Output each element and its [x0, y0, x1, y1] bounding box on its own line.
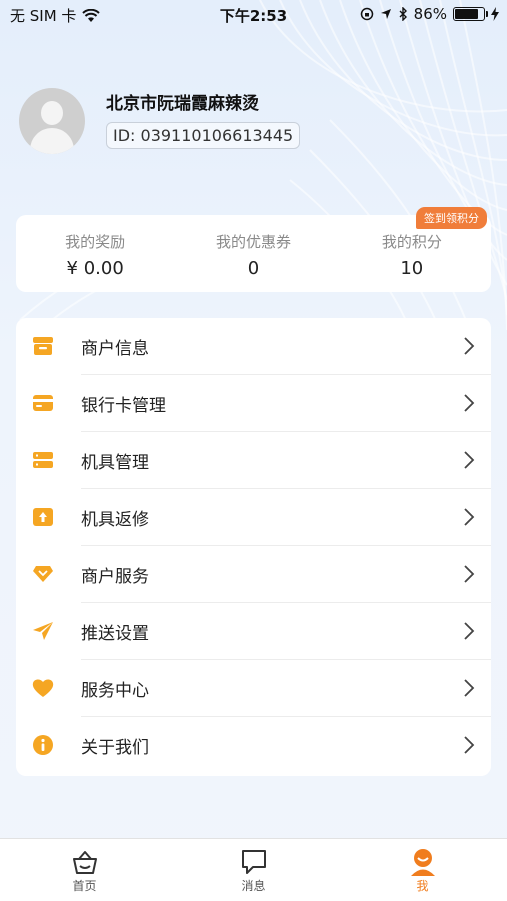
chevron-right-icon [464, 622, 475, 640]
device-icon [32, 449, 54, 471]
menu-item-label: 机具管理 [81, 453, 149, 473]
menu-item-service-center[interactable]: 服务中心 [16, 660, 491, 717]
menu-item-about-us[interactable]: 关于我们 [16, 717, 491, 774]
stat-value: 0 [247, 258, 260, 279]
heart-icon [32, 677, 54, 699]
stat-value: 10 [400, 258, 424, 279]
charging-bolt-icon [491, 7, 499, 21]
menu-item-label: 商户信息 [81, 339, 149, 359]
stat-label: 我的优惠券 [215, 233, 291, 251]
user-icon [410, 849, 435, 876]
bank-card-icon [32, 392, 54, 414]
shop-name: 北京市阮瑞霞麻辣烫 [106, 94, 259, 114]
tab-me[interactable]: 我 [338, 839, 507, 901]
menu-item-merchant-service[interactable]: 商户服务 [16, 546, 491, 603]
menu-item-push-settings[interactable]: 推送设置 [16, 603, 491, 660]
home-basket-icon [72, 851, 97, 874]
menu-list: 商户信息 银行卡管理 机具管理 机具返修 商户服务 推送设置 服务中心 关于我们 [16, 318, 491, 776]
checkin-badge[interactable]: 签到领积分 [416, 207, 487, 229]
store-icon [32, 335, 54, 357]
menu-item-device-repair[interactable]: 机具返修 [16, 489, 491, 546]
bluetooth-icon [399, 7, 407, 21]
merchant-id: ID: 039110106613445 [106, 122, 301, 149]
tab-label: 消息 [241, 879, 266, 893]
tab-messages[interactable]: 消息 [169, 839, 338, 901]
tab-home[interactable]: 首页 [0, 839, 169, 901]
stats-card: 签到领积分 我的奖励 ¥ 0.00 我的优惠券 0 我的积分 10 [16, 207, 491, 292]
profile-header[interactable]: 北京市阮瑞霞麻辣烫 ID: 039110106613445 [19, 88, 301, 154]
tab-bar: 首页 消息 我 [0, 838, 507, 901]
status-bar: 无 SIM 卡 下午2:53 86% [0, 0, 507, 28]
menu-item-device-management[interactable]: 机具管理 [16, 432, 491, 489]
message-icon [241, 850, 266, 874]
menu-item-label: 银行卡管理 [81, 396, 166, 416]
paper-plane-icon [32, 620, 54, 642]
menu-item-label: 机具返修 [81, 510, 149, 530]
avatar-body [30, 128, 74, 154]
screen-lock-icon [360, 7, 373, 21]
repair-box-icon [32, 506, 54, 528]
menu-item-label: 关于我们 [81, 738, 149, 758]
stat-value: ¥ 0.00 [66, 258, 124, 279]
menu-item-merchant-info[interactable]: 商户信息 [16, 318, 491, 375]
chevron-right-icon [464, 565, 475, 583]
location-arrow-icon [380, 9, 391, 19]
battery-icon [453, 7, 488, 21]
menu-item-label: 商户服务 [81, 567, 149, 587]
avatar-head [41, 101, 63, 125]
stat-label: 我的奖励 [65, 233, 126, 251]
tab-label: 我 [416, 879, 429, 893]
stat-rewards[interactable]: 我的奖励 ¥ 0.00 [16, 215, 174, 292]
battery-percent: 86% [413, 5, 447, 23]
chevron-right-icon [464, 508, 475, 526]
stat-label: 我的积分 [381, 233, 442, 251]
info-icon [32, 734, 54, 756]
avatar[interactable] [19, 88, 85, 154]
chevron-right-icon [464, 451, 475, 469]
diamond-icon [32, 563, 54, 585]
menu-item-label: 服务中心 [81, 681, 149, 701]
chevron-right-icon [464, 337, 475, 355]
menu-item-bank-card[interactable]: 银行卡管理 [16, 375, 491, 432]
menu-item-label: 推送设置 [81, 624, 149, 644]
chevron-right-icon [464, 736, 475, 754]
chevron-right-icon [464, 679, 475, 697]
chevron-right-icon [464, 394, 475, 412]
stat-coupons[interactable]: 我的优惠券 0 [174, 215, 332, 292]
tab-label: 首页 [72, 879, 97, 893]
